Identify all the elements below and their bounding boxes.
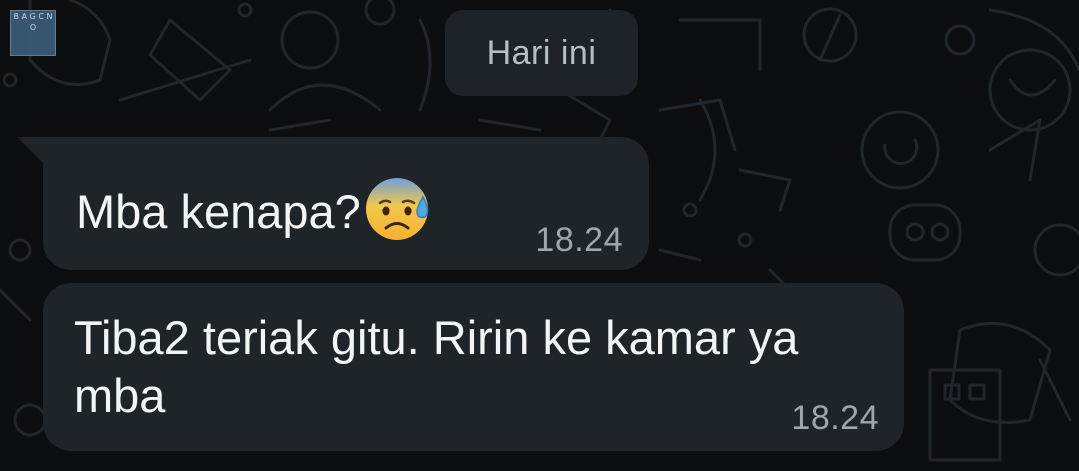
watermark-logo-text: B A G C N O bbox=[13, 12, 53, 32]
message-timestamp: 18.24 bbox=[535, 221, 623, 259]
message-text: Tiba2 teriak gitu. Ririn ke kamar ya mba bbox=[74, 311, 799, 422]
message-bubble-incoming[interactable]: Mba kenapa? 18.24 bbox=[43, 137, 649, 270]
date-separator-chip: Hari ini bbox=[445, 10, 638, 96]
date-separator-label: Hari ini bbox=[486, 34, 597, 72]
anxious-face-with-sweat-icon bbox=[365, 177, 429, 240]
message-text: Mba kenapa? bbox=[76, 185, 361, 238]
watermark-logo: B A G C N O bbox=[10, 10, 56, 56]
message-bubble-incoming[interactable]: Tiba2 teriak gitu. Ririn ke kamar ya mba… bbox=[43, 283, 904, 451]
message-text-wrapper: Mba kenapa? bbox=[76, 177, 435, 245]
message-timestamp: 18.24 bbox=[791, 399, 879, 437]
